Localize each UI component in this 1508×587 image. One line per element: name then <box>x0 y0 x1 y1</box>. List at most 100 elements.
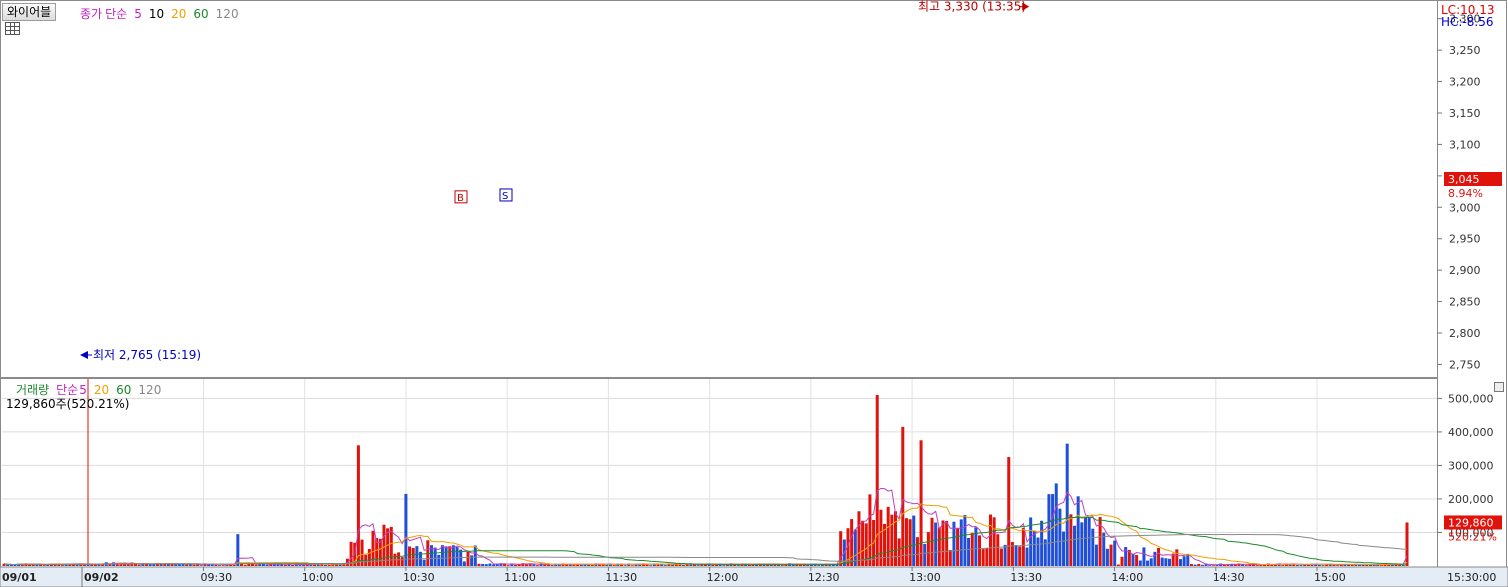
time-label: 11:00 <box>504 571 536 584</box>
volume-bar <box>185 564 189 566</box>
volume-bar <box>1073 525 1077 566</box>
volume-bar <box>535 565 539 566</box>
volume-bar <box>999 548 1003 566</box>
time-label: 14:00 <box>1112 571 1144 584</box>
volume-bar <box>1018 546 1022 566</box>
volume-bar <box>174 564 178 566</box>
volume-bar <box>356 445 360 566</box>
volume-bar <box>440 545 444 566</box>
current-volume-value: 129,860 <box>1448 516 1494 529</box>
volume-bar <box>1211 565 1215 566</box>
volume-bar <box>1076 496 1080 566</box>
volume-bar <box>1208 565 1212 566</box>
volume-bar <box>1036 537 1040 566</box>
volume-bar <box>543 564 547 566</box>
volume-bar <box>893 511 897 566</box>
volume-bar <box>218 565 222 566</box>
volume-bar <box>1138 560 1142 566</box>
high-price-annotation: 최고 3,330 (13:35) <box>918 0 1026 14</box>
volume-bar <box>1281 565 1285 566</box>
volume-bar <box>6 564 10 566</box>
time-label: 12:00 <box>707 571 739 584</box>
volume-bar <box>948 550 952 566</box>
price-pane-frame <box>0 0 1438 378</box>
volume-bar <box>1007 457 1011 566</box>
volume-bar <box>1124 547 1128 566</box>
legend-ma120: 120 <box>215 7 239 21</box>
time-label: 12:30 <box>808 571 840 584</box>
volume-bar <box>623 565 627 566</box>
ticker-button[interactable]: 와이어블 <box>2 3 57 21</box>
time-label: 13:00 <box>909 571 941 584</box>
volume-bar <box>904 518 908 566</box>
volume-bar <box>711 564 715 566</box>
volume-bar <box>1146 560 1150 566</box>
volume-bar <box>1094 544 1098 566</box>
volume-bar <box>1105 548 1109 566</box>
volume-bar <box>769 564 773 566</box>
volume-bar <box>747 564 751 566</box>
time-label: 09:30 <box>200 571 232 584</box>
volume-bar <box>214 564 218 566</box>
volume-bar <box>514 564 518 566</box>
volume-bar <box>828 564 832 566</box>
price-tick-label: 2,950 <box>1449 233 1481 246</box>
volume-bar <box>1200 564 1204 566</box>
volume-bar <box>455 547 459 566</box>
volume-pane-toggle-button[interactable] <box>1494 382 1504 392</box>
volume-bar <box>1131 553 1135 566</box>
volume-bar <box>1178 559 1182 566</box>
table-icon[interactable] <box>5 22 20 35</box>
volume-bar <box>210 564 214 566</box>
price-tick-label: 3,200 <box>1449 76 1481 89</box>
volume-bar <box>1401 565 1405 566</box>
volume-bar <box>722 565 726 566</box>
volume-bar <box>261 563 265 566</box>
price-legend: 종가 단순 5 10 20 60 120 <box>80 5 246 22</box>
volume-bar <box>378 538 382 566</box>
volume-bar <box>915 537 919 566</box>
volume-bar <box>1321 565 1325 566</box>
volume-bar <box>649 565 653 566</box>
volume-bar <box>265 564 269 566</box>
volume-bar <box>400 557 404 566</box>
volume-bar <box>433 547 437 566</box>
volume-bar <box>696 565 700 566</box>
volume-bar <box>890 514 894 566</box>
volume-bar <box>919 440 923 566</box>
volume-bar <box>930 517 934 566</box>
volume-bar <box>978 535 982 566</box>
volume-bar <box>1317 564 1321 566</box>
volume-bar <box>411 547 415 566</box>
current-volume-ratio: 520.21% <box>1448 530 1497 543</box>
time-label: 15:00 <box>1314 571 1346 584</box>
volume-tick-label: 200,000 <box>1448 493 1494 506</box>
volume-bar <box>444 546 448 566</box>
volume-bar-series <box>2 395 1409 566</box>
price-legend-label: 종가 <box>80 7 103 21</box>
price-tick-label: 2,800 <box>1449 327 1481 340</box>
volume-bar <box>1379 565 1383 566</box>
volume-bar <box>1080 522 1084 566</box>
volume-bar <box>941 520 945 566</box>
price-tick-label: 3,250 <box>1449 44 1481 57</box>
volume-bar <box>221 565 225 566</box>
legend-ma5: 5 <box>134 7 142 21</box>
volume-bar <box>451 545 455 566</box>
volume-bar <box>39 564 43 566</box>
low-price-annotation: 최저 2,765 (15:19) <box>93 348 201 362</box>
volume-bar <box>1062 531 1066 566</box>
legend-ma60: 60 <box>193 7 209 21</box>
volume-bar <box>956 528 960 566</box>
volume-bar <box>137 564 141 566</box>
volume-bar <box>714 564 718 566</box>
vol-legend-ma120: 120 <box>138 383 162 397</box>
volume-bar <box>60 565 64 566</box>
price-tick-label: 3,100 <box>1449 138 1481 151</box>
time-label: 10:30 <box>403 571 435 584</box>
price-tick-label: 3,150 <box>1449 107 1481 120</box>
price-tick-label: 3,000 <box>1449 201 1481 214</box>
volume-bar <box>736 565 740 566</box>
price-volume-chart: 3,3003,2503,2003,1503,1003,0503,0002,950… <box>0 0 1508 587</box>
volume-bar <box>477 563 481 566</box>
